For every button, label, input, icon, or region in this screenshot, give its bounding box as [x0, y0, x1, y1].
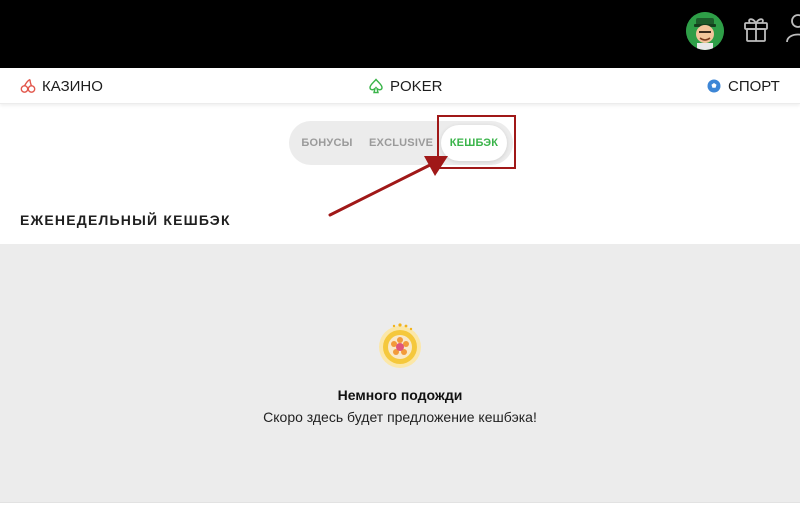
gift-icon[interactable]	[741, 13, 771, 43]
empty-state-title: Немного подожди	[337, 387, 463, 403]
sunflower-loader-icon	[376, 323, 424, 371]
nav-sport[interactable]: СПОРТ	[706, 77, 780, 95]
soccer-ball-icon	[706, 78, 722, 94]
section-title: ЕЖЕНЕДЕЛЬНЫЙ КЕШБЭК	[20, 212, 231, 228]
nav-casino-label: КАЗИНО	[42, 77, 103, 95]
user-icon[interactable]	[784, 12, 800, 44]
annotation-arrow	[328, 156, 448, 217]
cashback-content-area	[0, 244, 800, 502]
top-bar	[0, 0, 800, 68]
nav-poker[interactable]: POKER	[368, 77, 443, 95]
footer-strip	[0, 502, 800, 512]
avatar-icon[interactable]	[686, 12, 724, 50]
product-nav: КАЗИНО POKER СПОРТ	[0, 68, 800, 104]
nav-sport-label: СПОРТ	[728, 77, 780, 95]
spade-icon	[368, 78, 384, 94]
cherry-icon	[20, 78, 36, 94]
nav-casino[interactable]: КАЗИНО	[20, 77, 103, 95]
empty-state-text: Скоро здесь будет предложение кешбэка!	[263, 409, 537, 425]
nav-poker-label: POKER	[390, 77, 443, 95]
